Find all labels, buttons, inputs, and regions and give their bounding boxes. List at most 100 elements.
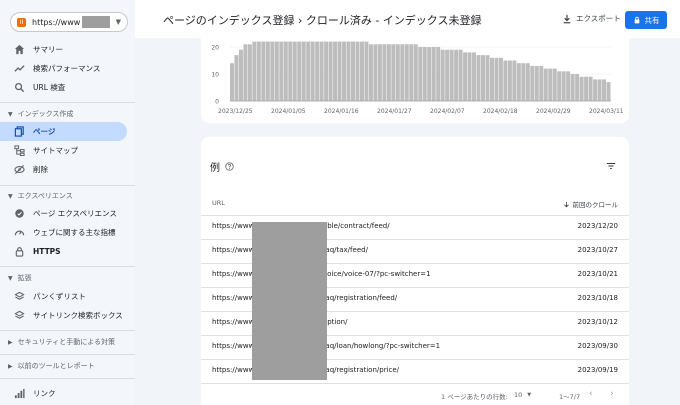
chart-bar[interactable] bbox=[476, 55, 481, 101]
sidebar-item-pages[interactable]: ページ bbox=[0, 122, 127, 141]
chart-bar[interactable] bbox=[606, 82, 611, 101]
sidebar-item-performance[interactable]: 検索パフォーマンス bbox=[0, 59, 127, 78]
chart-bar[interactable] bbox=[579, 76, 584, 101]
chart-bar[interactable] bbox=[355, 41, 360, 101]
chart-bar[interactable] bbox=[503, 60, 508, 102]
chart-bar[interactable] bbox=[516, 63, 521, 101]
chart-bar[interactable] bbox=[521, 63, 526, 101]
chart-bar[interactable] bbox=[588, 76, 593, 101]
chart-bar[interactable] bbox=[230, 63, 234, 101]
sidebar-item-https[interactable]: HTTPS bbox=[0, 242, 127, 261]
chart-bar[interactable] bbox=[489, 57, 494, 101]
chart-bar[interactable] bbox=[413, 44, 418, 101]
chart-bar[interactable] bbox=[377, 44, 382, 101]
chart-bar[interactable] bbox=[279, 41, 284, 101]
chart-bar[interactable] bbox=[234, 55, 239, 101]
chart-bar[interactable] bbox=[261, 41, 266, 101]
section-experience[interactable]: ▼ エクスペリエンス bbox=[8, 191, 73, 201]
chart-bar[interactable] bbox=[427, 47, 432, 101]
chart-bar[interactable] bbox=[597, 79, 602, 101]
chart-bar[interactable] bbox=[570, 74, 575, 101]
chart-bar[interactable] bbox=[458, 49, 463, 101]
chart-bar[interactable] bbox=[292, 41, 297, 101]
sidebar-item-url-inspection[interactable]: URL 検査 bbox=[0, 78, 127, 97]
chart-bar[interactable] bbox=[297, 41, 302, 101]
chart-bar[interactable] bbox=[333, 41, 338, 101]
chart-bar[interactable] bbox=[319, 41, 324, 101]
chart-bar[interactable] bbox=[324, 41, 329, 101]
chart-bar[interactable] bbox=[256, 41, 261, 101]
chevron-right-icon[interactable]: › bbox=[610, 389, 614, 399]
chart-bar[interactable] bbox=[409, 44, 414, 101]
chart-bar[interactable] bbox=[364, 41, 369, 101]
chart-bar[interactable] bbox=[310, 41, 315, 101]
sidebar-item-page-experience[interactable]: ページ エクスペリエンス bbox=[0, 204, 127, 223]
chart-bar[interactable] bbox=[525, 63, 530, 101]
chart-bar[interactable] bbox=[494, 57, 499, 101]
chart-bar[interactable] bbox=[557, 71, 562, 101]
chart-bar[interactable] bbox=[243, 44, 248, 101]
chart-bar[interactable] bbox=[306, 41, 311, 101]
section-security[interactable]: ▶ セキュリティと手動による対策 bbox=[8, 337, 115, 347]
share-button[interactable]: 共有 bbox=[625, 11, 667, 29]
property-selector[interactable]: II https://www ▼ bbox=[10, 12, 128, 32]
rows-per-page-select[interactable]: 10 ▼ bbox=[514, 391, 531, 399]
chart-bar[interactable] bbox=[467, 52, 472, 101]
chart-bar[interactable] bbox=[238, 49, 243, 101]
chart-bar[interactable] bbox=[566, 71, 571, 101]
chart-bar[interactable] bbox=[454, 49, 459, 101]
chart-bar[interactable] bbox=[593, 79, 598, 101]
help-icon[interactable] bbox=[225, 162, 234, 171]
chart-bar[interactable] bbox=[575, 74, 580, 101]
sidebar-item-sitemaps[interactable]: サイトマップ bbox=[0, 141, 127, 160]
section-index[interactable]: ▼ インデックス作成 bbox=[8, 109, 73, 119]
chart-bar[interactable] bbox=[400, 44, 405, 101]
chart-bar[interactable] bbox=[422, 47, 427, 101]
chart-bar[interactable] bbox=[270, 41, 275, 101]
chart-bar[interactable] bbox=[252, 41, 257, 101]
sidebar-item-sitelinks-searchbox[interactable]: サイトリンク検索ボックス bbox=[0, 306, 127, 325]
chart-bar[interactable] bbox=[602, 79, 607, 101]
chart-bar[interactable] bbox=[342, 41, 347, 101]
chart-bar[interactable] bbox=[440, 49, 445, 101]
chevron-left-icon[interactable]: ‹ bbox=[589, 389, 593, 399]
chart-bar[interactable] bbox=[315, 41, 320, 101]
chart-bar[interactable] bbox=[351, 41, 355, 101]
chart-bar[interactable] bbox=[391, 44, 396, 101]
chart-bar[interactable] bbox=[436, 47, 441, 101]
chart-bar[interactable] bbox=[359, 41, 364, 101]
chart-bar[interactable] bbox=[247, 44, 252, 101]
sidebar-item-breadcrumbs[interactable]: パンくずリスト bbox=[0, 287, 127, 306]
chart-bar[interactable] bbox=[539, 65, 544, 101]
chart-bar[interactable] bbox=[584, 76, 589, 101]
chart-bar[interactable] bbox=[552, 68, 557, 101]
sidebar-item-summary[interactable]: サマリー bbox=[0, 40, 127, 59]
sidebar-item-links[interactable]: リンク bbox=[0, 384, 127, 403]
chart-bar[interactable] bbox=[543, 68, 548, 101]
chart-bar[interactable] bbox=[431, 47, 436, 101]
section-enhancements[interactable]: ▼ 拡張 bbox=[8, 273, 32, 283]
chart-bar[interactable] bbox=[498, 57, 503, 101]
chart-bar[interactable] bbox=[368, 44, 373, 101]
chart-bar[interactable] bbox=[404, 44, 409, 101]
chart-bar[interactable] bbox=[373, 44, 378, 101]
chart-bar[interactable] bbox=[530, 65, 535, 101]
chart-bar[interactable] bbox=[395, 44, 400, 101]
column-header-url[interactable]: URL bbox=[212, 199, 225, 207]
chart-bar[interactable] bbox=[512, 60, 517, 102]
chart-bar[interactable] bbox=[548, 68, 553, 101]
chart-bar[interactable] bbox=[386, 44, 391, 101]
chart-bar[interactable] bbox=[534, 65, 539, 101]
column-header-last-crawl[interactable]: 前回のクロール bbox=[563, 199, 618, 209]
chart-bar[interactable] bbox=[445, 49, 450, 101]
filter-icon[interactable] bbox=[606, 161, 616, 171]
chart-bar[interactable] bbox=[561, 71, 566, 101]
chart-bar[interactable] bbox=[472, 52, 477, 101]
chart-bar[interactable] bbox=[507, 60, 512, 102]
export-button[interactable]: エクスポート bbox=[562, 13, 621, 24]
chart-bar[interactable] bbox=[274, 41, 279, 101]
chart-bar[interactable] bbox=[337, 41, 342, 101]
chart-bar[interactable] bbox=[265, 41, 270, 101]
chart-bar[interactable] bbox=[463, 52, 468, 101]
sidebar-item-core-web-vitals[interactable]: ウェブに関する主な指標 bbox=[0, 223, 127, 242]
